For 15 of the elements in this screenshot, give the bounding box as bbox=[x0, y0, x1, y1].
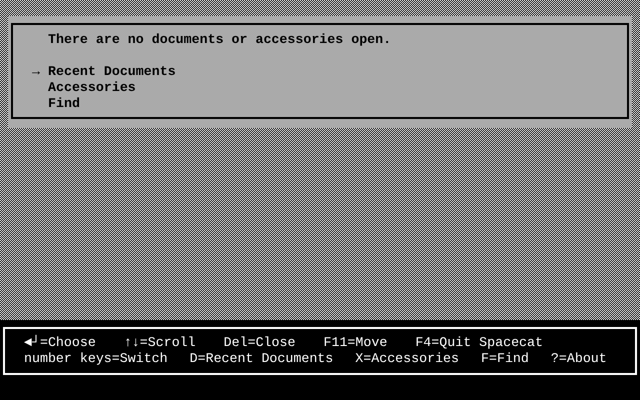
shortcut-hint: X=Accessories bbox=[355, 351, 460, 367]
shortcut-hint: D=Recent Documents bbox=[190, 351, 334, 367]
shortcut-hint: F=Find bbox=[481, 351, 529, 367]
shortcut-hint: F4=Quit Spacecat bbox=[415, 335, 543, 351]
shortcut-hint: Del=Close bbox=[224, 335, 296, 351]
status-message: There are no documents or accessories open. bbox=[48, 32, 392, 48]
menu-item[interactable]: Recent Documents bbox=[48, 64, 176, 80]
shortcut-hint: ↑↓=Scroll bbox=[124, 335, 196, 351]
menu-item[interactable]: Find bbox=[48, 96, 80, 112]
shortcut-hint: ◄┘=Choose bbox=[24, 335, 96, 351]
selection-arrow: → bbox=[32, 64, 41, 80]
shortcut-hint: F11=Move bbox=[323, 335, 388, 351]
shortcut-hint: ?=About bbox=[550, 351, 607, 367]
shortcut-hint: number keys=Switch bbox=[24, 351, 168, 367]
menu-item[interactable]: Accessories bbox=[48, 80, 136, 96]
